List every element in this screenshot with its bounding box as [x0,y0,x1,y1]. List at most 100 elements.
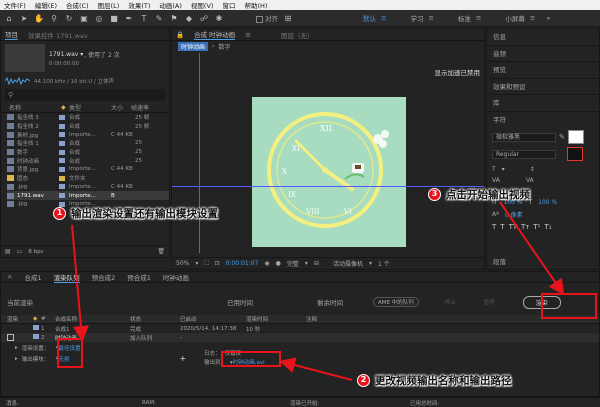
tab-project[interactable]: 项目 [5,29,18,40]
kerning-icon[interactable]: VA [492,177,500,184]
style-select[interactable]: Regular [492,149,556,159]
resolution-icon[interactable]: ⛶ [204,260,208,268]
tracking-icon[interactable]: VA [526,177,534,184]
workspace-small-screen[interactable]: 小屏幕 [505,13,525,23]
channel-icon[interactable]: ● [276,260,281,267]
menu-window[interactable]: 窗口 [222,0,235,10]
zoom-select[interactable]: 50% [176,260,189,267]
menu-animation[interactable]: 动画(A) [159,0,182,10]
tab-comp1[interactable]: 合成1 [24,272,41,282]
font-size-icon[interactable]: T [492,166,496,173]
pen-tool-icon[interactable]: ✒ [124,13,134,24]
rectangle-tool-icon[interactable]: ■ [109,13,119,24]
quality-select[interactable]: 完整 [287,259,299,268]
interpret-icon[interactable]: ▤ [5,248,11,255]
views-select[interactable]: 1 个 [378,259,390,268]
pause-button[interactable]: 暂停 [484,298,495,306]
comp-canvas[interactable]: XII XI X IX VIII VI [252,97,406,247]
col-render[interactable]: 渲染 [7,315,33,323]
crumb-active[interactable]: 时钟动画 [178,42,209,51]
col-started[interactable]: 已启动 [180,315,246,323]
zoom-tool-icon[interactable]: ⚲ [49,13,59,24]
safe-zone-icon[interactable]: ⊡ [215,260,220,267]
project-item[interactable]: 数字 合成 25 [7,148,169,157]
render-checkbox[interactable] [7,334,14,341]
stroke-swatch[interactable] [567,147,583,161]
clone-tool-icon[interactable]: ⚑ [169,13,179,24]
add-output-icon[interactable]: + [180,354,187,363]
tab-precomp1[interactable]: 预合成1 [127,272,151,282]
col-render-time[interactable]: 渲染时间 [246,315,306,323]
render-row-1[interactable]: 1 合成1 完成 2020/5/14, 14:17:38 10 秒 [1,324,599,333]
leading-icon[interactable]: ‡ [531,166,534,173]
render-settings-link[interactable]: 最佳设置 [59,344,81,352]
snap-toggle[interactable]: 对齐 [256,13,278,23]
project-item[interactable]: 指全线 2 合成 25 帧 [7,122,169,131]
selection-tool-icon[interactable]: ➤ [19,13,29,24]
home-icon[interactable]: ⌂ [4,13,14,24]
stop-button[interactable]: 停止 [445,298,456,306]
file-name[interactable]: 1791.wav ▾ [49,51,83,58]
panel-audio[interactable]: 音频 [487,46,599,62]
hand-tool-icon[interactable]: ✋ [34,13,44,24]
workspace-learn[interactable]: 学习 [410,13,423,23]
font-select[interactable]: 微软雅黑 [492,132,556,142]
log-select[interactable]: 仅错误 [225,351,242,357]
horizontal-scale[interactable]: 100 % [538,199,557,206]
eraser-tool-icon[interactable]: ◆ [184,13,194,24]
crumb-digits[interactable]: 数字 [218,42,230,51]
output-to-link[interactable]: 时钟动画.avi [233,360,265,366]
project-item[interactable]: 固态 文件夹 [7,174,169,183]
panel-library[interactable]: 库 [487,95,599,112]
project-item[interactable]: .jpg Importe... C 44 KB [7,183,169,192]
lock-icon[interactable]: 🔒 [176,31,184,39]
menu-effect[interactable]: 效果(T) [128,0,150,10]
close-icon[interactable]: ✕ [7,273,12,281]
project-item[interactable]: 1791.wav Importe... B [7,191,169,200]
panel-paragraph[interactable]: 段落 [493,256,506,266]
search-icon[interactable]: ⚲ [8,91,13,99]
snapshot-icon[interactable]: ◉ [264,260,269,267]
render-row-2[interactable]: 2 时钟动画 加入队列 - [1,333,599,342]
col-num[interactable]: # [41,316,55,322]
tab-render-queue[interactable]: 渲染队列 [53,272,80,283]
fill-swatch[interactable] [567,130,584,144]
small-caps-button[interactable]: Tᴛ [521,223,529,231]
tab-clock[interactable]: 时钟动画 [163,272,189,282]
bold-button[interactable]: T [492,223,496,231]
workspace-default[interactable]: 默认 [363,13,376,23]
rotate-tool-icon[interactable]: ↻ [64,13,74,24]
output-module-link[interactable]: 无损 [59,355,70,363]
italic-button[interactable]: T [500,223,504,231]
snap-options-icon[interactable]: ⊞ [283,13,293,24]
folder-new-icon[interactable]: ▭ [17,248,23,255]
project-item[interactable]: 背景.jpg Importe... C 44 KB [7,165,169,174]
menu-layer[interactable]: 图层(L) [98,0,120,10]
ame-queue-button[interactable]: AME 中的队列 [373,297,419,307]
pan-behind-icon[interactable]: ◎ [94,13,104,24]
col-status[interactable]: 状态 [130,315,180,323]
tab-composition[interactable]: 合成 时钟动画 [194,29,236,40]
menu-view[interactable]: 视图(V) [191,0,214,10]
subscript-button[interactable]: T₁ [544,223,551,231]
camera-tool-icon[interactable]: ▣ [79,13,89,24]
panel-info[interactable]: 信息 [487,29,599,46]
menu-file[interactable]: 文件(F) [4,0,26,10]
superscript-button[interactable]: T¹ [533,223,540,231]
current-time[interactable]: 0:00:01:07 [226,260,259,267]
bpc-label[interactable]: 8 bpc [28,249,43,255]
column-name[interactable]: 名称 [9,103,61,112]
menu-edit[interactable]: 编辑(E) [35,0,57,10]
brush-tool-icon[interactable]: ✎ [154,13,164,24]
panel-character[interactable]: 字符 [487,112,599,129]
roi-icon[interactable]: ⊟ [314,260,319,267]
panel-preview[interactable]: 预览 [487,62,599,79]
project-item[interactable]: 指全线 3 合成 25 帧 [7,113,169,122]
menu-help[interactable]: 帮助(H) [244,0,267,10]
eyedropper-icon[interactable]: ✎ [559,133,565,141]
tab-precomp2[interactable]: 预合成2 [92,272,116,282]
col-comp-name[interactable]: 合成名称 [55,315,130,323]
project-item[interactable]: 素材.jpg Importe... C 44 KB [7,130,169,139]
column-size[interactable]: 大小 [111,103,131,112]
project-item[interactable]: 指全线 1 合成 25 [7,139,169,148]
